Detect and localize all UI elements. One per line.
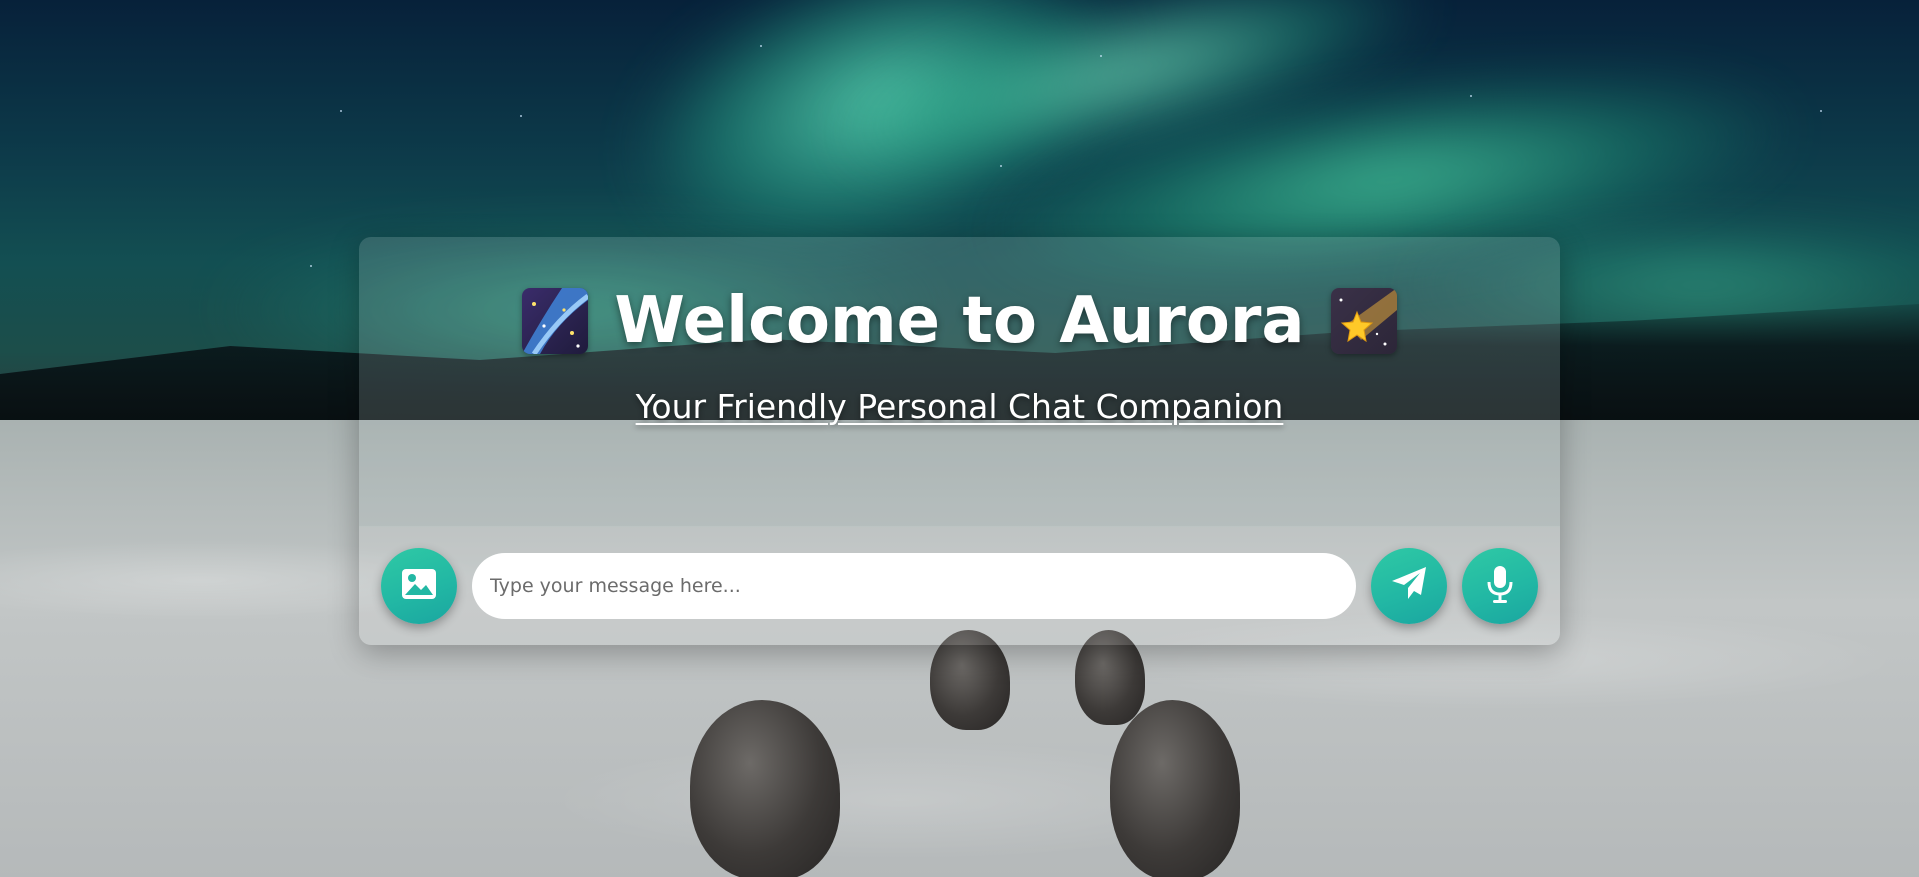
star [340, 110, 342, 112]
paper-plane-icon [1390, 565, 1428, 607]
milky-way-icon [522, 288, 589, 354]
star [1000, 165, 1002, 167]
title-row: Welcome to Aurora [359, 281, 1560, 361]
send-button[interactable] [1371, 548, 1447, 624]
image-icon [401, 568, 437, 604]
husky-dog [930, 630, 1010, 730]
microphone-icon [1485, 564, 1515, 608]
message-composer [359, 527, 1560, 645]
chat-header: Welcome to Aurora Your Friendly Personal… [359, 237, 1560, 527]
shooting-star-icon [1330, 288, 1397, 354]
page-title: Welcome to Aurora [614, 284, 1305, 358]
subtitle: Your Friendly Personal Chat Companion [635, 387, 1284, 426]
chat-card: Welcome to Aurora Your Friendly Personal… [359, 237, 1560, 645]
star [1470, 95, 1472, 97]
star [1820, 110, 1822, 112]
star [520, 115, 522, 117]
star [760, 45, 762, 47]
star [1100, 55, 1102, 57]
star [310, 265, 312, 267]
message-input[interactable] [472, 553, 1356, 619]
microphone-button[interactable] [1462, 548, 1538, 624]
upload-image-button[interactable] [381, 548, 457, 624]
